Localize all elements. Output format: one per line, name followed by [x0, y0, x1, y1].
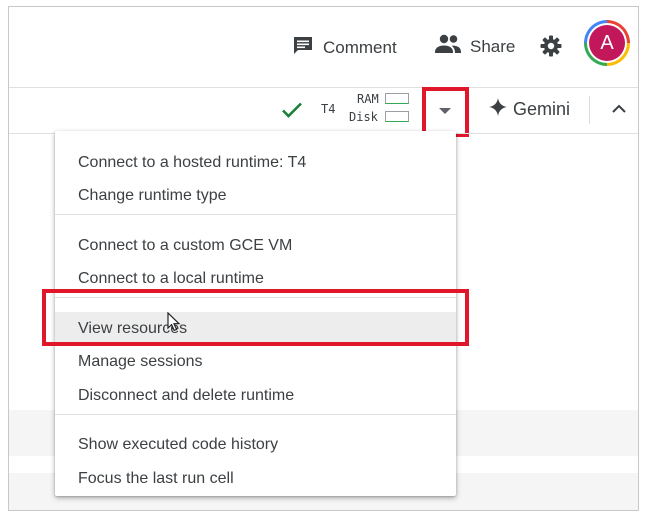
app-window: Comment Share A T4 RAM Disk Gemini Conne… [8, 6, 639, 511]
menu-item-executed-history[interactable]: Show executed code history [55, 428, 456, 461]
comment-button[interactable]: Comment [291, 33, 397, 62]
view-resources-highlight-annotation [42, 289, 469, 346]
menu-divider [55, 214, 456, 215]
disk-usage-bar[interactable] [385, 111, 409, 122]
comment-icon [291, 33, 315, 62]
gemini-button[interactable]: Gemini [489, 98, 570, 121]
settings-button[interactable] [539, 34, 563, 63]
share-people-icon [434, 33, 462, 60]
menu-item-manage-sessions[interactable]: Manage sessions [55, 345, 456, 378]
mouse-cursor-icon [167, 311, 181, 337]
disk-label: Disk [349, 110, 378, 124]
menu-item-connect-hosted[interactable]: Connect to a hosted runtime: T4 [55, 146, 456, 179]
share-button[interactable]: Share [434, 33, 515, 60]
toolbar-separator [589, 96, 590, 124]
gear-icon [539, 35, 563, 62]
avatar-ring-inner: A [587, 23, 627, 63]
menu-divider [55, 414, 456, 415]
chevron-up-icon[interactable] [610, 100, 628, 123]
menu-item-focus-last-cell[interactable]: Focus the last run cell [55, 462, 456, 495]
runtime-toolbar: T4 RAM Disk Gemini [9, 87, 638, 137]
gemini-sparkle-icon [489, 98, 507, 121]
ram-label: RAM [357, 92, 379, 106]
menu-item-change-runtime-type[interactable]: Change runtime type [55, 179, 456, 212]
dropdown-highlight-annotation [422, 87, 469, 137]
check-icon [281, 99, 303, 126]
runtime-type-label: T4 [321, 102, 336, 116]
share-label: Share [470, 36, 516, 56]
menu-item-disconnect-delete[interactable]: Disconnect and delete runtime [55, 379, 456, 412]
menu-item-connect-gce-vm[interactable]: Connect to a custom GCE VM [55, 229, 456, 262]
account-avatar[interactable]: A [584, 20, 630, 66]
avatar-letter: A [589, 25, 625, 61]
gemini-label: Gemini [513, 99, 571, 119]
comment-label: Comment [323, 37, 397, 57]
top-header: Comment Share A [9, 7, 638, 87]
ram-usage-bar[interactable] [385, 93, 409, 104]
